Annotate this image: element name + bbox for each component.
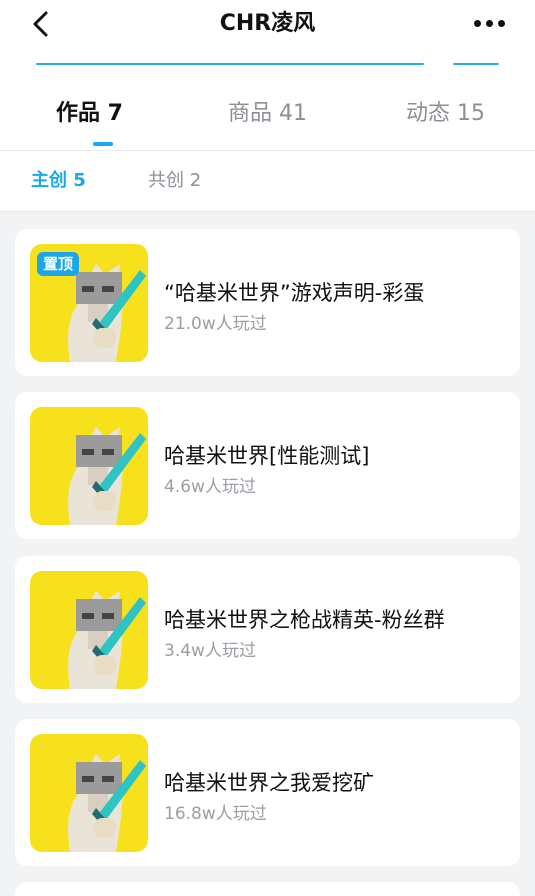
work-card[interactable]: 置顶 “哈基米世界”游戏声明-彩蛋 21.0w人玩过 — [15, 229, 520, 376]
tab-works[interactable]: 作品 7 — [56, 94, 123, 134]
cat-knight-icon — [68, 427, 146, 525]
game-thumbnail — [30, 734, 148, 852]
work-title: 哈基米世界之枪战精英-粉丝群 — [164, 608, 445, 632]
cat-knight-icon — [68, 591, 146, 689]
pinned-badge: 置顶 — [37, 252, 80, 276]
work-title: 哈基米世界之我爱挖矿 — [164, 771, 374, 795]
play-count: 4.6w人玩过 — [164, 477, 256, 497]
more-dots-icon[interactable] — [470, 12, 510, 36]
header-divider-line — [36, 63, 424, 65]
work-card-partial[interactable] — [15, 882, 520, 896]
cat-knight-icon — [68, 754, 146, 852]
tab-products[interactable]: 商品 41 — [228, 94, 307, 134]
game-thumbnail — [30, 407, 148, 525]
work-title: “哈基米世界”游戏声明-彩蛋 — [164, 281, 425, 305]
play-count: 16.8w人玩过 — [164, 804, 267, 824]
subtab-co-creator[interactable]: 共创 2 — [148, 166, 201, 196]
game-thumbnail: 置顶 — [30, 244, 148, 362]
chevron-left-icon[interactable] — [26, 8, 56, 40]
header-divider-line-right — [453, 63, 499, 65]
active-tab-indicator — [93, 142, 113, 146]
game-thumbnail — [30, 571, 148, 689]
work-card[interactable]: 哈基米世界之枪战精英-粉丝群 3.4w人玩过 — [15, 556, 520, 703]
tab-updates[interactable]: 动态 15 — [406, 94, 485, 134]
work-card[interactable]: 哈基米世界[性能测试] 4.6w人玩过 — [15, 392, 520, 539]
play-count: 3.4w人玩过 — [164, 641, 256, 661]
play-count: 21.0w人玩过 — [164, 314, 267, 334]
work-card[interactable]: 哈基米世界之我爱挖矿 16.8w人玩过 — [15, 719, 520, 866]
work-title: 哈基米世界[性能测试] — [164, 444, 370, 468]
subtab-main-creator[interactable]: 主创 5 — [31, 166, 86, 196]
